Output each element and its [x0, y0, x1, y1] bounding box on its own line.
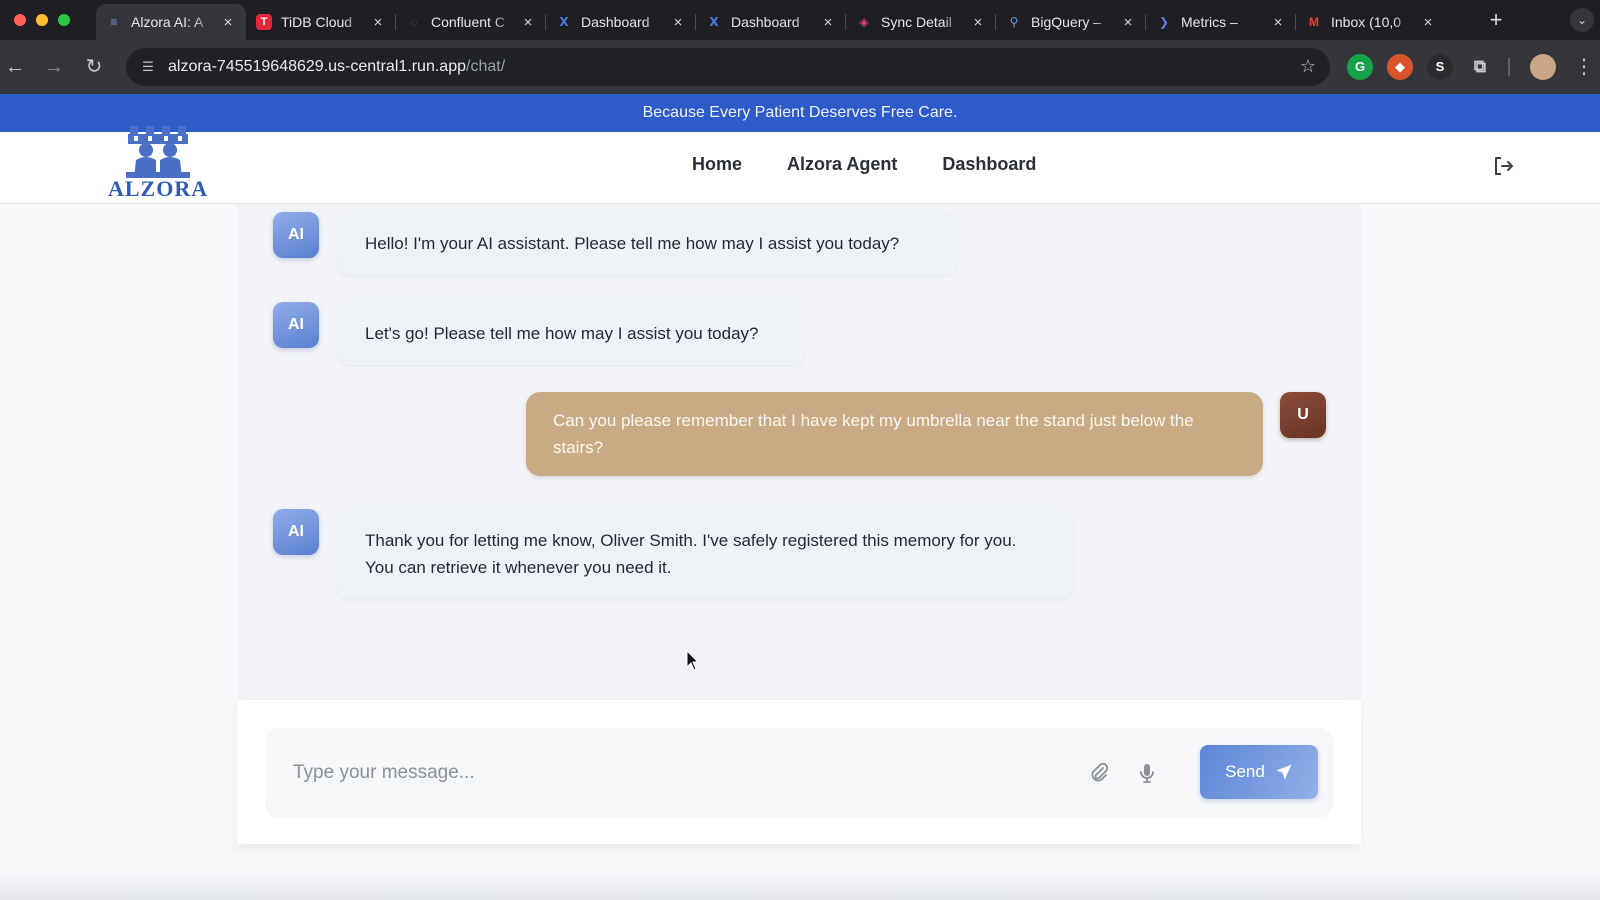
browser-tab[interactable]: M Inbox (10,0 × [1296, 4, 1446, 40]
gmail-icon: M [1309, 15, 1319, 29]
extensions-puzzle-icon[interactable]: ⧉ [1467, 54, 1493, 80]
window-minimize-button[interactable] [36, 14, 48, 26]
ai-avatar: AI [273, 302, 319, 348]
nav-alzora-agent[interactable]: Alzora Agent [787, 154, 897, 175]
alzora-logo[interactable]: ALZORA [108, 122, 208, 202]
browser-tab[interactable]: ⚲ BigQuery – × [996, 4, 1146, 40]
tab-title: Confluent C [431, 14, 505, 30]
page-bottom-shadow [0, 874, 1600, 900]
dashboard-icon: Ⅹ [709, 15, 719, 29]
ai-avatar: AI [273, 212, 319, 258]
browser-tab[interactable]: ◈ Sync Detail × [846, 4, 996, 40]
dashboard-icon: Ⅹ [559, 15, 569, 29]
tab-title: Dashboard [731, 14, 800, 30]
chat-messages-panel[interactable]: AI Hello! I'm your AI assistant. Please … [237, 204, 1361, 700]
user-message-bubble: Can you please remember that I have kept… [526, 392, 1263, 476]
nav-dashboard[interactable]: Dashboard [942, 154, 1036, 175]
browser-tab[interactable]: ≡ Alzora AI: A × [96, 4, 246, 40]
bookmark-star-icon[interactable]: ☆ [1300, 56, 1316, 77]
browser-tab[interactable]: T TiDB Cloud × [246, 4, 396, 40]
tab-title: BigQuery – [1031, 14, 1102, 30]
send-button-label: Send [1225, 762, 1265, 781]
browser-tab[interactable]: ◌ Confluent C × [396, 4, 546, 40]
browser-tabs: ≡ Alzora AI: A × T TiDB Cloud × ◌ Conflu… [96, 4, 1446, 40]
ai-avatar: AI [273, 509, 319, 555]
paperclip-icon[interactable] [1087, 761, 1111, 785]
browser-menu-icon[interactable]: ⋮ [1572, 55, 1596, 79]
alzora-favicon-icon: ≡ [110, 15, 118, 29]
tab-title: Sync Detail [881, 14, 952, 30]
site-info-icon[interactable]: ☰ [138, 59, 158, 75]
tab-title: TiDB Cloud [281, 14, 353, 30]
ai-message-bubble: Hello! I'm your AI assistant. Please tel… [337, 212, 957, 275]
nav-home[interactable]: Home [692, 154, 742, 175]
browser-tab-strip: ≡ Alzora AI: A × T TiDB Cloud × ◌ Conflu… [0, 0, 1600, 40]
sync-icon: ◈ [859, 15, 869, 29]
mouse-cursor-icon [686, 650, 700, 671]
fox-extension-icon[interactable]: ◆ [1387, 54, 1413, 80]
close-tab-icon[interactable]: × [1270, 14, 1286, 31]
paper-plane-icon [1276, 764, 1292, 780]
ai-message-bubble: Let's go! Please tell me how may I assis… [337, 302, 805, 365]
toolbar-divider [1508, 58, 1510, 76]
tidb-icon: T [256, 14, 272, 30]
alzora-logo-icon [126, 126, 190, 178]
composer-card: Send [237, 700, 1361, 844]
close-tab-icon[interactable]: × [670, 14, 686, 31]
user-avatar: U [1280, 392, 1326, 438]
profile-avatar[interactable] [1530, 54, 1556, 80]
message-input[interactable] [265, 728, 1065, 818]
ai-message-bubble: Thank you for letting me know, Oliver Sm… [337, 509, 1073, 599]
browser-tab[interactable]: ❯ Metrics – × [1146, 4, 1296, 40]
reload-icon[interactable]: ↻ [82, 55, 106, 79]
grammarly-extension-icon[interactable]: G [1347, 54, 1373, 80]
send-button[interactable]: Send [1200, 745, 1318, 799]
promo-banner: Because Every Patient Deserves Free Care… [0, 94, 1600, 132]
window-maximize-button[interactable] [58, 14, 70, 26]
url-text: alzora-745519648629.us-central1.run.app/… [168, 58, 505, 76]
logo-text: ALZORA [108, 176, 209, 201]
new-tab-icon[interactable]: + [1482, 6, 1510, 34]
forward-arrow-icon[interactable]: → [42, 55, 66, 79]
close-tab-icon[interactable]: × [1420, 14, 1436, 31]
main-nav: Home Alzora Agent Dashboard [692, 154, 1036, 175]
tab-title: Metrics – [1181, 14, 1238, 30]
chevron-down-icon[interactable]: ⌄ [1570, 8, 1594, 32]
logout-icon[interactable] [1492, 154, 1516, 178]
bigquery-icon: ⚲ [1009, 15, 1019, 29]
browser-tab[interactable]: Ⅹ Dashboard × [696, 4, 846, 40]
message-composer: Send [265, 728, 1333, 818]
browser-tab[interactable]: Ⅹ Dashboard × [546, 4, 696, 40]
close-tab-icon[interactable]: × [820, 14, 836, 31]
window-close-button[interactable] [14, 14, 26, 26]
metrics-icon: ❯ [1158, 15, 1170, 29]
close-tab-icon[interactable]: × [970, 14, 986, 31]
s-extension-icon[interactable]: S [1427, 54, 1453, 80]
url-host: alzora-745519648629.us-central1.run.app [168, 58, 466, 75]
close-tab-icon[interactable]: × [1120, 14, 1136, 31]
browser-toolbar: ← → ↻ ☰ alzora-745519648629.us-central1.… [0, 40, 1600, 94]
back-arrow-icon[interactable]: ← [3, 55, 27, 79]
tab-title: Dashboard [581, 14, 650, 30]
close-tab-icon[interactable]: × [370, 14, 386, 31]
url-path: /chat/ [466, 58, 506, 75]
tab-title: Alzora AI: A [131, 14, 204, 30]
address-bar[interactable]: ☰ alzora-745519648629.us-central1.run.ap… [126, 48, 1330, 86]
confluent-icon: ◌ [410, 15, 418, 29]
tab-title: Inbox (10,0 [1331, 14, 1402, 30]
close-tab-icon[interactable]: × [220, 14, 236, 31]
microphone-icon[interactable] [1135, 761, 1159, 785]
close-tab-icon[interactable]: × [520, 14, 536, 31]
